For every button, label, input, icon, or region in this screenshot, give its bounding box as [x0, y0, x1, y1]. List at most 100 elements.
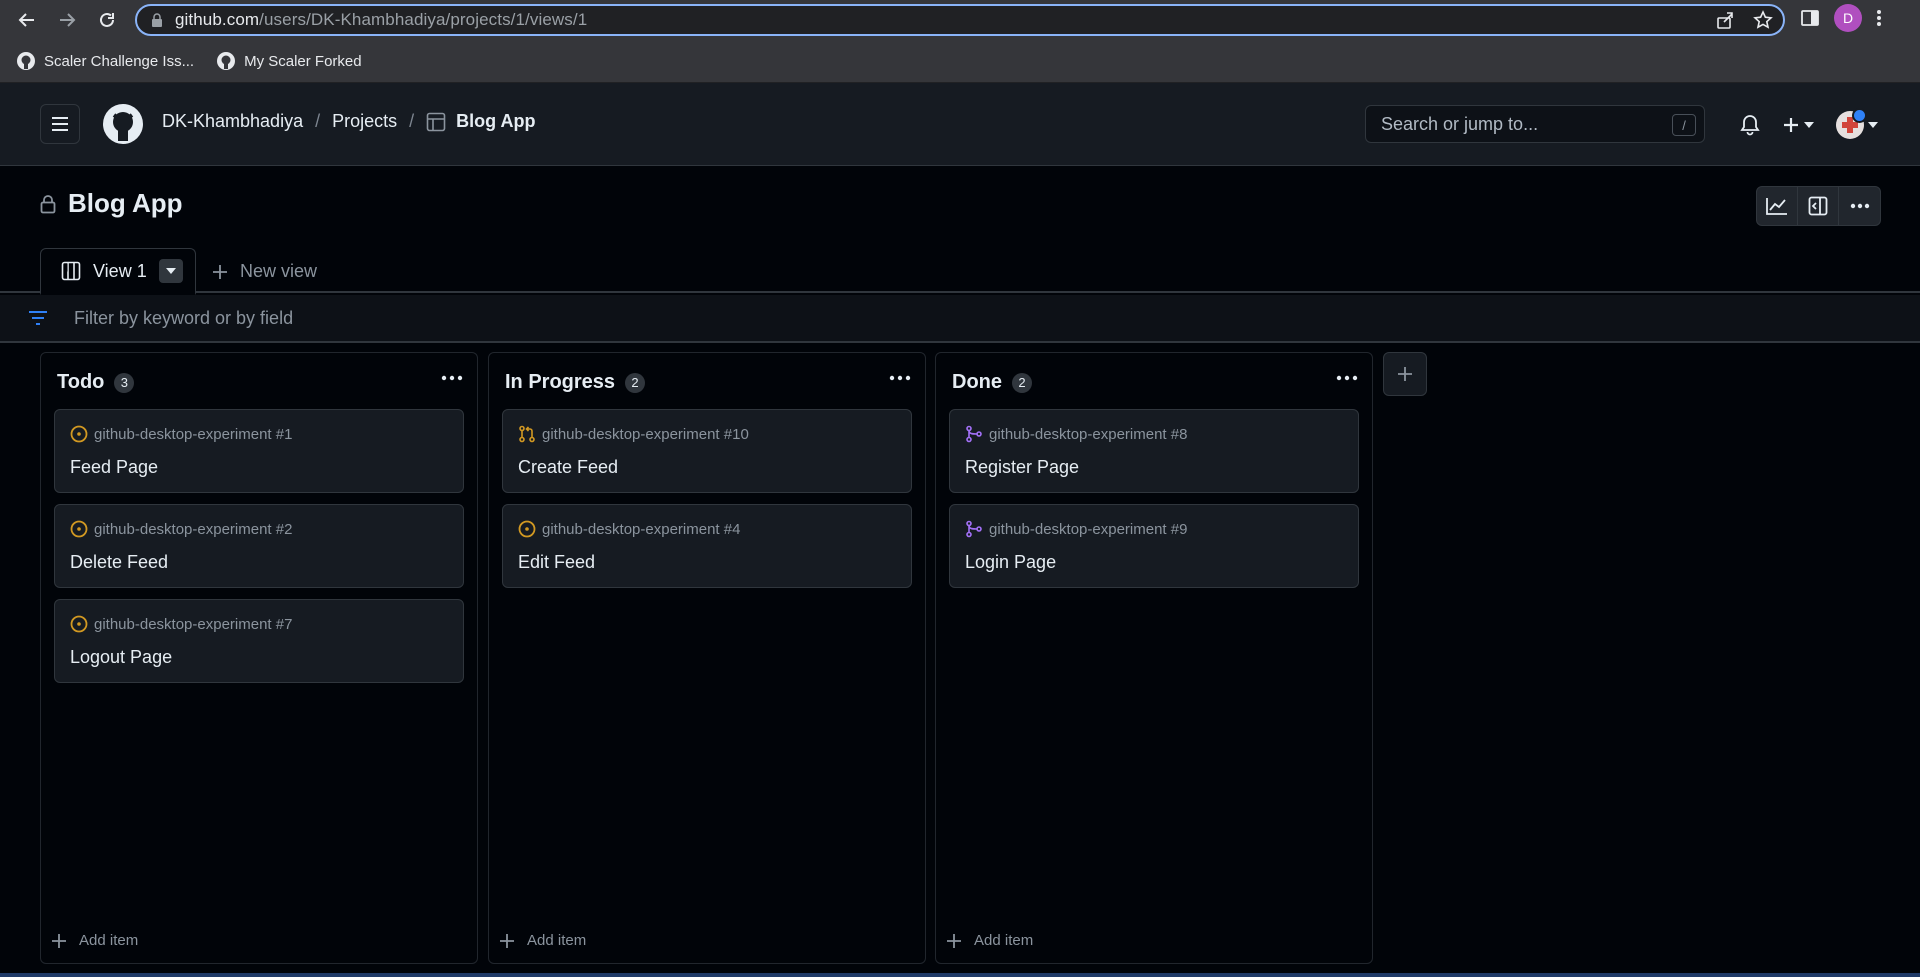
- project-actions: [1756, 186, 1881, 226]
- add-item-button[interactable]: Add item: [51, 932, 138, 949]
- board-card[interactable]: github-desktop-experiment #10 Create Fee…: [502, 409, 912, 493]
- url-text: github.com/users/DK-Khambhadiya/projects…: [175, 10, 588, 29]
- column-count-badge: 3: [114, 372, 135, 393]
- filter-input[interactable]: Filter by keyword or by field: [0, 295, 1920, 343]
- plus-icon: [1784, 118, 1798, 132]
- merged-icon: [966, 520, 982, 538]
- star-icon[interactable]: [1753, 10, 1773, 30]
- column-count-badge: 2: [625, 372, 646, 393]
- bottom-divider: [0, 973, 1920, 977]
- card-repo-ref[interactable]: github-desktop-experiment #1: [94, 426, 292, 443]
- card-repo-ref[interactable]: github-desktop-experiment #8: [989, 426, 1187, 443]
- new-view-button[interactable]: New view: [212, 261, 317, 282]
- card-repo-ref[interactable]: github-desktop-experiment #9: [989, 521, 1187, 538]
- card-repo-ref[interactable]: github-desktop-experiment #4: [542, 521, 740, 538]
- add-item-button[interactable]: Add item: [946, 932, 1033, 949]
- column-menu-icon[interactable]: [1336, 375, 1358, 381]
- tab-options-button[interactable]: [158, 259, 183, 283]
- back-icon[interactable]: [11, 4, 43, 36]
- browser-profile-avatar[interactable]: D: [1834, 4, 1862, 32]
- add-item-button[interactable]: Add item: [499, 932, 586, 949]
- breadcrumb-user[interactable]: DK-Khambhadiya: [162, 111, 303, 132]
- issue-open-icon: [70, 520, 88, 538]
- card-repo-ref[interactable]: github-desktop-experiment #10: [542, 426, 749, 443]
- merged-icon: [966, 425, 982, 443]
- browser-toolbar: github.com/users/DK-Khambhadiya/projects…: [0, 0, 1920, 40]
- chrome-menu-icon[interactable]: [1876, 8, 1882, 28]
- side-panel-button[interactable]: [1798, 187, 1839, 225]
- bell-icon[interactable]: [1740, 114, 1760, 136]
- plus-icon: [213, 264, 227, 279]
- card-meta: github-desktop-experiment #7: [70, 615, 292, 633]
- plus-icon: [500, 933, 514, 948]
- issue-open-icon: [518, 520, 536, 538]
- github-header: DK-Khambhadiya / Projects / Blog App Sea…: [0, 83, 1920, 166]
- caret-down-icon: [1868, 122, 1878, 128]
- reload-icon[interactable]: [91, 4, 123, 36]
- add-item-label: Add item: [527, 932, 587, 949]
- search-input[interactable]: Search or jump to... /: [1365, 105, 1705, 143]
- card-meta: github-desktop-experiment #8: [965, 425, 1187, 443]
- board-card[interactable]: github-desktop-experiment #9 Login Page: [949, 504, 1359, 588]
- board-column: In Progress 2 github-desktop-experiment …: [488, 352, 926, 964]
- column-menu-icon[interactable]: [889, 375, 911, 381]
- column-count-badge: 2: [1012, 372, 1032, 393]
- breadcrumb-separator: /: [315, 111, 321, 131]
- issue-open-icon: [70, 425, 88, 443]
- card-meta: github-desktop-experiment #9: [965, 520, 1187, 538]
- forward-icon[interactable]: [51, 4, 83, 36]
- card-title[interactable]: Register Page: [965, 457, 1079, 478]
- board-card[interactable]: github-desktop-experiment #4 Edit Feed: [502, 504, 912, 588]
- side-panel-icon[interactable]: [1800, 8, 1820, 28]
- user-menu-button[interactable]: [1836, 108, 1878, 139]
- card-title[interactable]: Delete Feed: [70, 552, 168, 573]
- breadcrumb-projects[interactable]: Projects: [332, 111, 397, 132]
- more-options-button[interactable]: [1839, 187, 1880, 225]
- tab-view-1[interactable]: View 1: [40, 248, 196, 295]
- breadcrumb-separator: /: [409, 111, 415, 131]
- board-card[interactable]: github-desktop-experiment #1 Feed Page: [54, 409, 464, 493]
- board-card[interactable]: github-desktop-experiment #7 Logout Page: [54, 599, 464, 683]
- caret-down-icon: [1804, 122, 1814, 128]
- github-logo-icon[interactable]: [102, 103, 144, 145]
- column-name: Done: [952, 371, 1002, 393]
- bookmark-item[interactable]: My Scaler Forked: [216, 51, 362, 71]
- project-title-text: Blog App: [68, 188, 183, 218]
- create-new-button[interactable]: [1782, 116, 1814, 134]
- hamburger-icon: [52, 117, 68, 131]
- board-card[interactable]: github-desktop-experiment #8 Register Pa…: [949, 409, 1359, 493]
- card-title[interactable]: Login Page: [965, 552, 1056, 573]
- kebab-horizontal-icon: [1850, 203, 1869, 209]
- lock-icon: [40, 194, 56, 213]
- board-icon: [61, 261, 81, 281]
- card-meta: github-desktop-experiment #10: [518, 425, 749, 443]
- bookmark-item[interactable]: Scaler Challenge Iss...: [16, 51, 194, 71]
- sidebar-expand-icon: [1808, 196, 1828, 216]
- board-card[interactable]: github-desktop-experiment #2 Delete Feed: [54, 504, 464, 588]
- column-name: Todo: [57, 371, 105, 393]
- card-repo-ref[interactable]: github-desktop-experiment #7: [94, 616, 292, 633]
- project-title: Blog App: [40, 188, 183, 219]
- card-repo-ref[interactable]: github-desktop-experiment #2: [94, 521, 292, 538]
- new-view-label: New view: [240, 261, 318, 281]
- breadcrumb-project[interactable]: Blog App: [426, 111, 535, 132]
- column-menu-icon[interactable]: [441, 375, 463, 381]
- filter-placeholder: Filter by keyword or by field: [74, 307, 294, 328]
- add-column-button[interactable]: [1383, 352, 1427, 396]
- insights-button[interactable]: [1757, 187, 1798, 225]
- avatar: [1836, 108, 1867, 139]
- column-header: In Progress 2: [505, 371, 646, 394]
- graph-icon: [1766, 198, 1787, 215]
- share-icon[interactable]: [1715, 10, 1735, 30]
- address-bar[interactable]: github.com/users/DK-Khambhadiya/projects…: [135, 4, 1785, 36]
- search-placeholder: Search or jump to...: [1381, 113, 1539, 134]
- column-name: In Progress: [505, 371, 616, 393]
- plus-icon: [52, 933, 66, 948]
- column-header: Todo 3: [57, 371, 135, 394]
- bookmark-label: Scaler Challenge Iss...: [44, 52, 195, 70]
- card-title[interactable]: Create Feed: [518, 457, 618, 478]
- menu-button[interactable]: [40, 104, 80, 144]
- card-title[interactable]: Logout Page: [70, 647, 172, 668]
- card-title[interactable]: Edit Feed: [518, 552, 595, 573]
- card-title[interactable]: Feed Page: [70, 457, 158, 478]
